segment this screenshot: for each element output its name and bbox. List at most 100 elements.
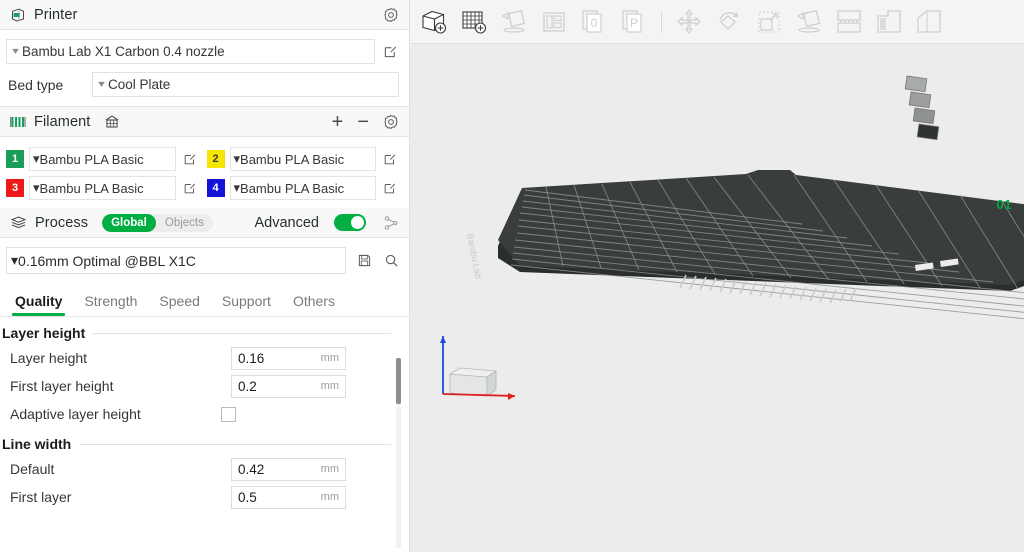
- filament-list: 1 ▾ Bambu PLA Basic 2: [0, 137, 409, 208]
- save-icon[interactable]: [355, 252, 373, 270]
- filament-spool-icon: [10, 115, 26, 129]
- filament-preset-combo[interactable]: ▾ Bambu PLA Basic: [230, 176, 377, 200]
- filament-preset-combo[interactable]: ▾ Bambu PLA Basic: [230, 147, 377, 171]
- filament-preset-combo[interactable]: ▾ Bambu PLA Basic: [29, 147, 176, 171]
- tab-others[interactable]: Others: [282, 293, 346, 316]
- process-section-header: Process Global Objects Advanced: [0, 208, 409, 238]
- layers-icon: [10, 215, 27, 230]
- add-object-icon[interactable]: [414, 2, 454, 42]
- param-unit: mm: [321, 491, 339, 503]
- advanced-label: Advanced: [255, 215, 320, 231]
- tab-support[interactable]: Support: [211, 293, 282, 316]
- param-value: 0.16: [238, 351, 321, 366]
- build-plate-scene[interactable]: Bambu Lab 01: [410, 44, 1024, 552]
- gear-icon[interactable]: [383, 7, 399, 23]
- param-row-default-line-width: Default 0.42 mm: [0, 455, 409, 483]
- printer-icon: [10, 7, 26, 23]
- filament-slot-1: 1 ▾ Bambu PLA Basic: [6, 147, 199, 171]
- bed-type-combo[interactable]: ▾ Cool Plate: [92, 72, 399, 97]
- param-value: 0.5: [238, 490, 321, 505]
- search-icon[interactable]: [382, 252, 400, 270]
- process-tabs: Quality Strength Speed Support Others: [0, 282, 409, 316]
- svg-text:0: 0: [591, 16, 598, 30]
- split-to-objects-icon: 0: [574, 2, 614, 42]
- scale-icon: [749, 2, 789, 42]
- seam-painting-icon: [909, 2, 949, 42]
- split-to-parts-icon: P: [614, 2, 654, 42]
- tab-speed[interactable]: Speed: [148, 293, 210, 316]
- scope-toggle-group: Global Objects: [102, 214, 213, 232]
- filament-color-swatch[interactable]: 1: [6, 150, 24, 168]
- bed-type-value: Cool Plate: [108, 77, 170, 92]
- param-input-layer-height[interactable]: 0.16 mm: [231, 347, 346, 370]
- support-painting-icon: [869, 2, 909, 42]
- cut-icon: [829, 2, 869, 42]
- filament-grid: 1 ▾ Bambu PLA Basic 2: [6, 147, 399, 200]
- svg-text:P: P: [630, 16, 638, 30]
- toolbar-divider: [661, 11, 662, 33]
- param-unit: mm: [321, 380, 339, 392]
- auto-orient-icon: [534, 2, 574, 42]
- tab-quality[interactable]: Quality: [4, 293, 73, 316]
- scrollbar-thumb[interactable]: [396, 358, 401, 404]
- gear-icon[interactable]: [383, 114, 399, 130]
- compare-presets-icon[interactable]: [383, 215, 399, 231]
- param-label: Layer height: [10, 350, 231, 366]
- param-label: Default: [10, 461, 231, 477]
- filament-preset-value: Bambu PLA Basic: [40, 181, 144, 196]
- model-toolbar: 0 P: [410, 0, 1024, 44]
- printer-preset-combo[interactable]: ▾ Bambu Lab X1 Carbon 0.4 nozzle: [6, 39, 375, 64]
- app-root: Printer ▾ Bambu Lab X1 Carbon 0.4 nozzle: [0, 0, 1024, 552]
- settings-scrollbar[interactable]: [396, 358, 401, 548]
- filament-edit-icon[interactable]: [181, 150, 199, 168]
- settings-parameters: Layer height Layer height 0.16 mm First …: [0, 317, 409, 517]
- minus-icon[interactable]: −: [357, 112, 369, 132]
- filament-color-swatch[interactable]: 2: [207, 150, 225, 168]
- param-unit: mm: [321, 463, 339, 475]
- process-preset-combo[interactable]: ▾ 0.16mm Optimal @BBL X1C: [6, 247, 346, 274]
- filament-color-swatch[interactable]: 3: [6, 179, 24, 197]
- ams-cabinet-icon[interactable]: [104, 114, 120, 129]
- process-preset-row: ▾ 0.16mm Optimal @BBL X1C: [0, 238, 409, 282]
- printer-section-label: Printer: [34, 7, 77, 23]
- printer-preset-value: Bambu Lab X1 Carbon 0.4 nozzle: [22, 44, 225, 59]
- filament-slot-2: 2 ▾ Bambu PLA Basic: [207, 147, 400, 171]
- param-input-first-layer-height[interactable]: 0.2 mm: [231, 375, 346, 398]
- advanced-toggle[interactable]: [334, 214, 366, 231]
- move-icon: [669, 2, 709, 42]
- filament-edit-icon[interactable]: [381, 150, 399, 168]
- param-row-adaptive-layer-height: Adaptive layer height: [0, 400, 409, 428]
- param-row-first-layer-line-width: First layer 0.5 mm: [0, 483, 409, 511]
- filament-edit-icon[interactable]: [381, 179, 399, 197]
- 3d-viewport[interactable]: 0 P: [410, 0, 1024, 552]
- adaptive-layer-height-checkbox[interactable]: [221, 407, 236, 422]
- scope-global-pill[interactable]: Global: [102, 214, 156, 232]
- tab-strength[interactable]: Strength: [73, 293, 148, 316]
- group-layer-height-header: Layer height: [0, 325, 409, 341]
- filament-section-header: Filament + −: [0, 107, 409, 137]
- plus-icon[interactable]: +: [332, 112, 344, 132]
- group-line-width-header: Line width: [0, 436, 409, 452]
- filament-preset-combo[interactable]: ▾ Bambu PLA Basic: [29, 176, 176, 200]
- toggle-knob: [351, 216, 364, 229]
- filament-color-swatch[interactable]: 4: [207, 179, 225, 197]
- filament-slot-3: 3 ▾ Bambu PLA Basic: [6, 176, 199, 200]
- param-value: 0.42: [238, 462, 321, 477]
- param-unit: mm: [321, 352, 339, 364]
- bed-type-row: Bed type ▾ Cool Plate: [0, 64, 409, 106]
- param-input-first-layer-line-width[interactable]: 0.5 mm: [231, 486, 346, 509]
- scope-objects-pill[interactable]: Objects: [156, 214, 213, 232]
- filament-edit-icon[interactable]: [181, 179, 199, 197]
- add-plate-icon[interactable]: [454, 2, 494, 42]
- printer-edit-icon[interactable]: [381, 43, 399, 61]
- chevron-down-icon: ▾: [11, 252, 18, 269]
- group-title: Layer height: [2, 325, 85, 341]
- plate-number-label: 01: [997, 197, 1012, 212]
- plate-brand-text: Bambu Lab: [465, 232, 484, 279]
- process-preset-value: 0.16mm Optimal @BBL X1C: [18, 253, 196, 269]
- param-input-default-line-width[interactable]: 0.42 mm: [231, 458, 346, 481]
- param-label: Adaptive layer height: [10, 406, 217, 422]
- printer-preset-row: ▾ Bambu Lab X1 Carbon 0.4 nozzle: [0, 30, 409, 64]
- param-row-layer-height: Layer height 0.16 mm: [0, 344, 409, 372]
- filament-preset-value: Bambu PLA Basic: [240, 181, 344, 196]
